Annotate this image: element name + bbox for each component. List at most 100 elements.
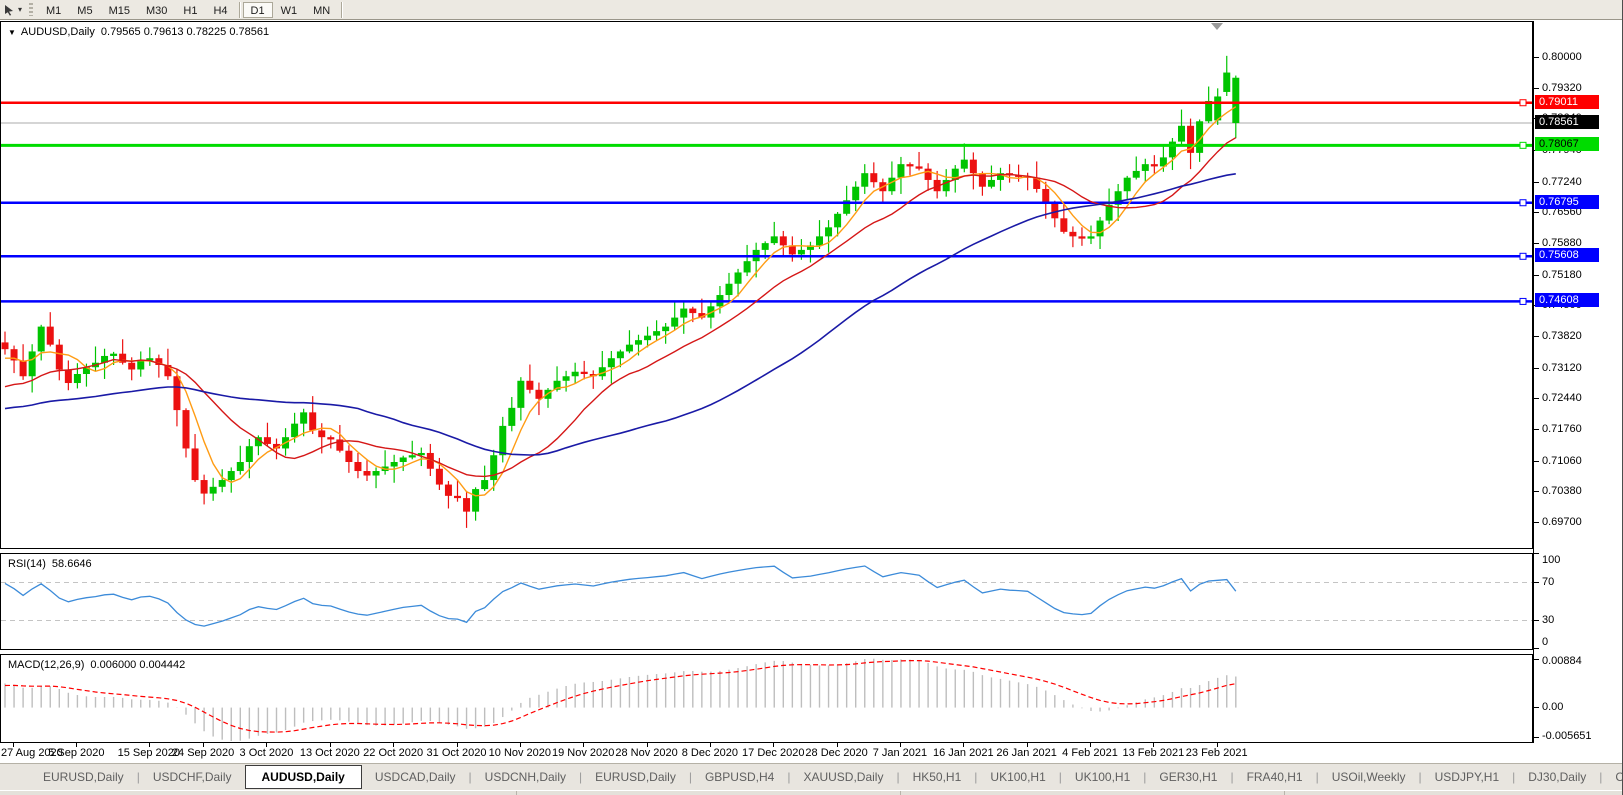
candle-body <box>128 363 135 370</box>
candle-body <box>65 369 72 383</box>
main-chart-canvas[interactable] <box>1 22 1532 548</box>
candle <box>843 186 850 216</box>
chart-shift-marker-icon[interactable] <box>1211 23 1223 30</box>
chart-tab-hk50-h1[interactable]: HK50,H1 <box>900 766 975 788</box>
candle <box>572 363 579 384</box>
candle <box>137 351 144 376</box>
candle-body <box>1151 164 1158 166</box>
candle-body <box>726 284 733 295</box>
price-tick-label: 0.75880 <box>1542 237 1582 249</box>
candle <box>807 242 814 263</box>
candle-body <box>1078 236 1085 238</box>
chart-tab-usoil-weekly[interactable]: USOil,Weekly <box>1319 766 1419 788</box>
candle-body <box>744 261 751 272</box>
rsi-tick-mark <box>1534 553 1539 554</box>
chart-tab-china300-h1[interactable]: CHINA300,H1 <box>1602 766 1623 788</box>
timeframe-button-m30[interactable]: M30 <box>138 2 175 18</box>
candle <box>961 143 968 172</box>
candle <box>56 339 63 380</box>
chart-tab-gbpusd-h4[interactable]: GBPUSD,H4 <box>692 766 787 788</box>
candle-body <box>210 487 217 494</box>
timeframe-button-w1[interactable]: W1 <box>273 2 306 18</box>
candle <box>1060 204 1067 234</box>
price-tick-label: 0.75180 <box>1542 269 1582 281</box>
chart-tab-uk100-h1[interactable]: UK100,H1 <box>1062 766 1143 788</box>
macd-panel[interactable]: MACD(12,26,9)0.006000 0.004442 <box>0 654 1533 743</box>
candle-body <box>2 342 9 349</box>
price-tick-mark <box>1534 182 1539 183</box>
candle-body <box>237 462 244 471</box>
rsi-panel[interactable]: RSI(14)58.6646 <box>0 553 1533 650</box>
timeframe-button-m5[interactable]: M5 <box>69 2 100 18</box>
status-divider <box>516 791 517 795</box>
rsi-canvas[interactable] <box>1 554 1532 649</box>
candle <box>1051 201 1058 228</box>
timeframe-button-h1[interactable]: H1 <box>175 2 205 18</box>
timeframe-button-h4[interactable]: H4 <box>205 2 235 18</box>
toolbar-grip-handle[interactable] <box>29 3 33 16</box>
candle-body <box>961 160 968 169</box>
candle-body <box>309 412 316 430</box>
chart-tab-eurusd-daily[interactable]: EURUSD,Daily <box>582 766 689 788</box>
candle <box>581 361 588 380</box>
chart-tool-icon[interactable] <box>1 2 17 18</box>
chart-tab-usdchf-daily[interactable]: USDCHF,Daily <box>140 766 245 788</box>
timeframe-button-mn[interactable]: MN <box>305 2 338 18</box>
chart-tab-fra40-h1[interactable]: FRA40,H1 <box>1234 766 1316 788</box>
chart-tab-usdcnh-daily[interactable]: USDCNH,Daily <box>472 766 579 788</box>
candle <box>1178 110 1185 146</box>
candle <box>626 330 633 353</box>
rsi-tick-label: 70 <box>1542 576 1554 588</box>
chart-tab-ger30-h1[interactable]: GER30,H1 <box>1146 766 1230 788</box>
candle <box>155 355 162 378</box>
candle <box>192 434 199 482</box>
candle <box>2 332 9 355</box>
rsi-label: RSI(14) <box>8 558 46 570</box>
candle <box>1142 159 1149 182</box>
candle-body <box>300 412 307 423</box>
price-badge-0.76795: 0.76795 <box>1535 195 1599 209</box>
candle <box>916 152 923 171</box>
candle <box>599 351 606 380</box>
chart-tab-dj30-daily[interactable]: DJ30,Daily <box>1515 766 1599 788</box>
timeframe-button-d1[interactable]: D1 <box>243 2 273 18</box>
chart-tab-uk100-h1[interactable]: UK100,H1 <box>977 766 1058 788</box>
candle <box>1015 165 1022 182</box>
candle <box>925 163 932 191</box>
hline-handle[interactable] <box>1520 142 1526 148</box>
hline-handle[interactable] <box>1520 100 1526 106</box>
chart-tab-xauusd-daily[interactable]: XAUUSD,Daily <box>790 766 896 788</box>
candle-body <box>735 272 742 283</box>
main-chart-panel[interactable]: ▼AUDUSD,Daily0.79565 0.79613 0.78225 0.7… <box>0 21 1533 549</box>
candle <box>490 450 497 491</box>
candle <box>707 301 714 329</box>
chart-tab-usdjpy-h1[interactable]: USDJPY,H1 <box>1422 766 1512 788</box>
price-tick-mark <box>1534 212 1539 213</box>
candle-body <box>38 327 45 352</box>
collapse-chart-icon[interactable]: ▼ <box>8 28 16 37</box>
candle <box>336 425 343 453</box>
candle-body <box>825 227 832 236</box>
dropdown-arrow-icon[interactable]: ▾ <box>18 5 22 14</box>
hline-handle[interactable] <box>1520 253 1526 259</box>
candle-body <box>291 424 298 438</box>
chart-tab-usdcad-daily[interactable]: USDCAD,Daily <box>362 766 469 788</box>
hline-handle[interactable] <box>1520 200 1526 206</box>
candle <box>680 301 687 333</box>
chart-tab-eurusd-daily[interactable]: EURUSD,Daily <box>30 766 137 788</box>
candle-body <box>508 408 515 426</box>
chart-tab-audusd-daily[interactable]: AUDUSD,Daily <box>245 765 362 789</box>
candle-body <box>246 446 253 462</box>
hline-handle[interactable] <box>1520 298 1526 304</box>
timeframe-button-m15[interactable]: M15 <box>101 2 138 18</box>
candle <box>879 179 886 204</box>
candle <box>1006 164 1013 183</box>
macd-canvas[interactable] <box>1 655 1532 742</box>
candle <box>445 481 452 509</box>
candle-body <box>689 309 696 314</box>
candle-body <box>110 354 117 356</box>
price-tick-label: 0.79320 <box>1542 82 1582 94</box>
timeframe-button-m1[interactable]: M1 <box>38 2 69 18</box>
candle <box>590 370 597 389</box>
candle <box>861 164 868 194</box>
